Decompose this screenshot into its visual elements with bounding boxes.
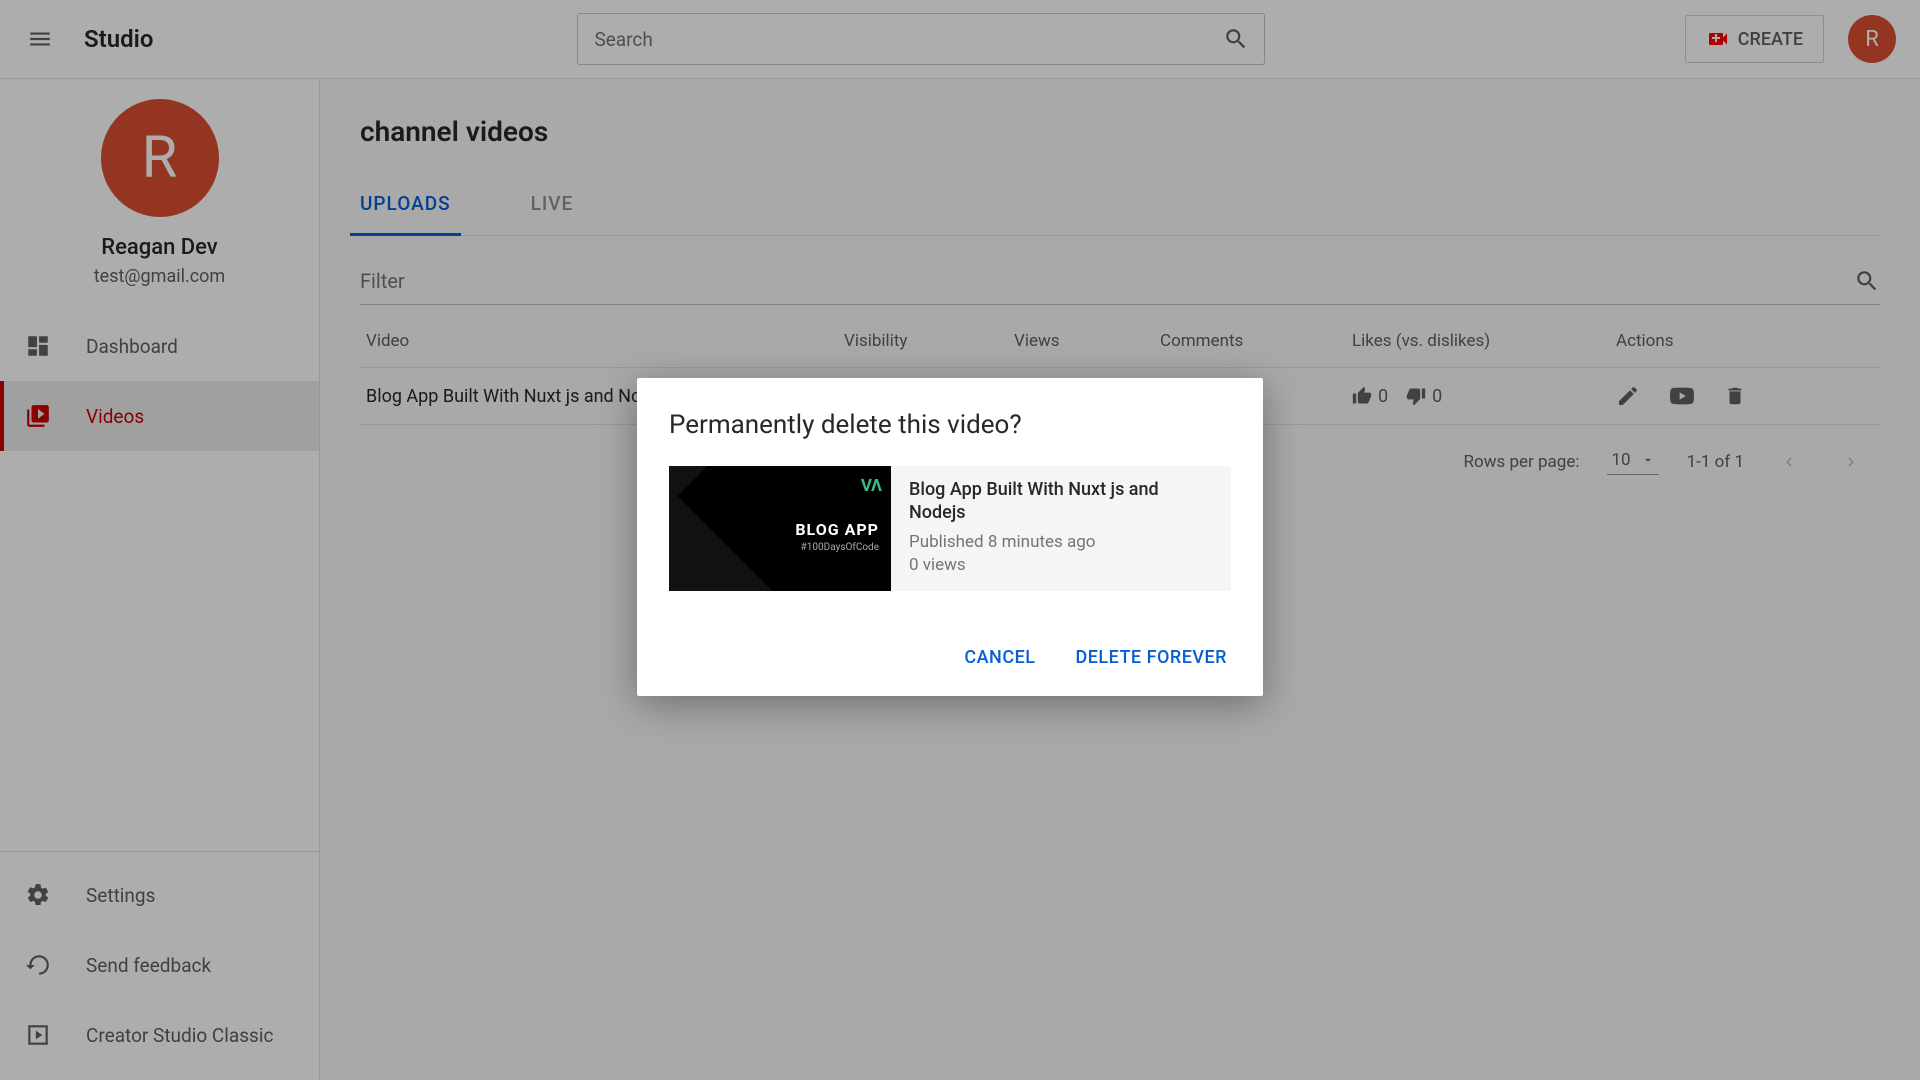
dialog-title: Permanently delete this video? — [669, 410, 1231, 440]
dialog-video-views: 0 views — [909, 554, 1213, 577]
dialog-video-card: VΛ BLOG APP #100DaysOfCode Blog App Buil… — [669, 466, 1231, 591]
video-thumbnail: VΛ BLOG APP #100DaysOfCode — [669, 466, 891, 591]
cancel-button[interactable]: CANCEL — [960, 641, 1039, 674]
thumb-subtitle: #100DaysOfCode — [801, 542, 879, 553]
dialog-video-published: Published 8 minutes ago — [909, 531, 1213, 554]
thumb-brand: VΛ — [861, 476, 881, 496]
thumb-title: BLOG APP — [795, 520, 879, 539]
dialog-video-title: Blog App Built With Nuxt js and Nodejs — [909, 478, 1213, 525]
delete-dialog: Permanently delete this video? VΛ BLOG A… — [637, 378, 1263, 696]
delete-forever-button[interactable]: DELETE FOREVER — [1071, 641, 1231, 674]
